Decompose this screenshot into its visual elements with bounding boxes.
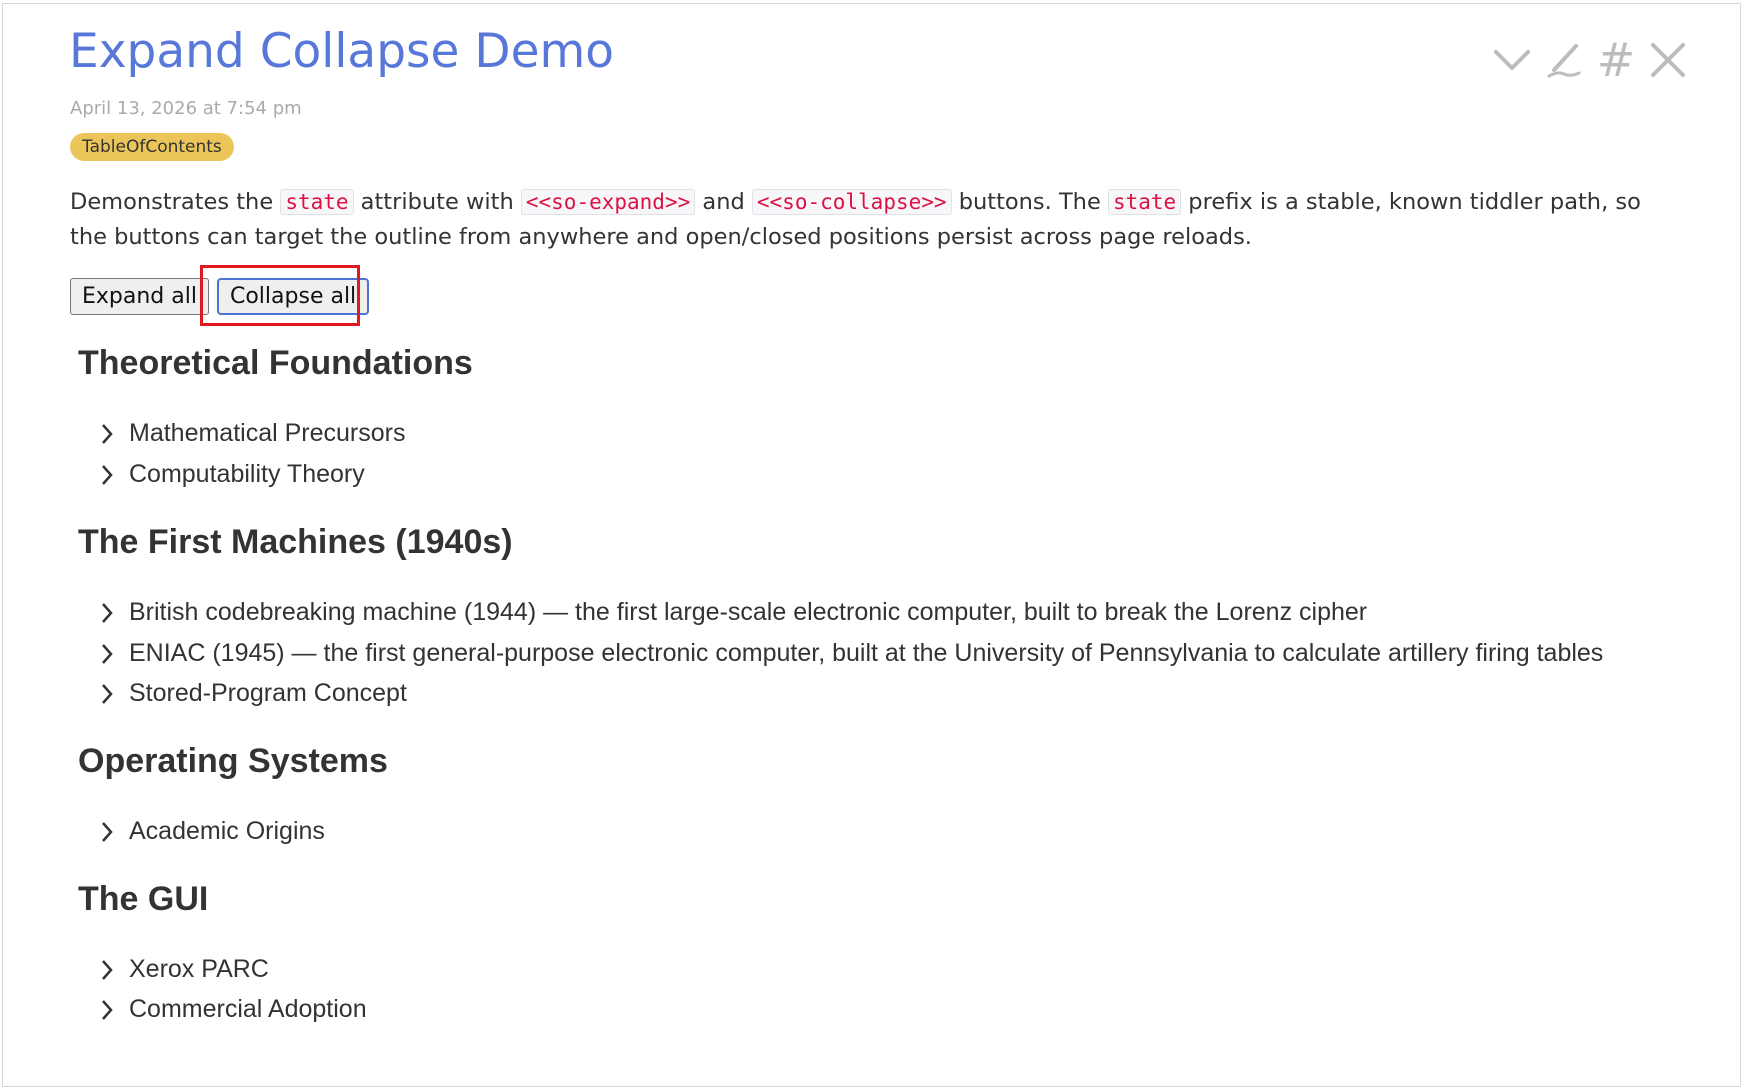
outline-item-label: Computability Theory bbox=[129, 460, 365, 488]
outline-item-commercial-adoption[interactable]: Commercial Adoption bbox=[97, 995, 367, 1024]
outline-item-label: Academic Origins bbox=[129, 817, 325, 845]
body-text-segment: Demonstrates the bbox=[70, 189, 281, 215]
tiddler-title: Expand Collapse Demo bbox=[69, 24, 615, 79]
outline-item-mathematical-precursors[interactable]: Mathematical Precursors bbox=[97, 419, 405, 448]
outline-item-stored-program[interactable]: Stored-Program Concept bbox=[97, 679, 407, 708]
tiddler-frame: Expand Collapse Demo # April 13, 2026 at… bbox=[2, 3, 1741, 1087]
chevron-right-icon bbox=[97, 421, 117, 447]
outline-item-computability-theory[interactable]: Computability Theory bbox=[97, 460, 365, 489]
body-text-segment: attribute with bbox=[353, 189, 521, 215]
outline-item-xerox-parc[interactable]: Xerox PARC bbox=[97, 955, 269, 984]
outline-item-label: Stored-Program Concept bbox=[129, 679, 407, 707]
hash-icon[interactable]: # bbox=[1596, 37, 1636, 83]
section-heading: The GUI bbox=[78, 880, 209, 918]
tiddler-toolbar: # bbox=[1492, 37, 1688, 83]
outline-item-eniac[interactable]: ENIAC (1945) — the first general-purpose… bbox=[97, 639, 1603, 668]
code-so-expand: <<so-expand>> bbox=[520, 189, 696, 215]
outline-item-label: Xerox PARC bbox=[129, 955, 269, 983]
collapse-all-button[interactable]: Collapse all bbox=[216, 278, 370, 315]
pencil-icon[interactable] bbox=[1544, 38, 1584, 82]
code-so-collapse: <<so-collapse>> bbox=[751, 189, 952, 215]
outline-item-label: British codebreaking machine (1944) — th… bbox=[129, 598, 1368, 626]
code-state: state bbox=[1107, 189, 1182, 215]
code-state: state bbox=[280, 189, 354, 215]
outline-item-british-codebreaking[interactable]: British codebreaking machine (1944) — th… bbox=[97, 598, 1367, 627]
section-heading: Operating Systems bbox=[78, 742, 388, 780]
tiddler-subtitle: April 13, 2026 at 7:54 pm bbox=[70, 98, 302, 119]
body-text-segment: and bbox=[695, 189, 752, 215]
chevron-right-icon bbox=[97, 641, 117, 667]
section-heading: The First Machines (1940s) bbox=[78, 523, 513, 561]
outline-buttons: Expand all Collapse all bbox=[70, 278, 370, 315]
tiddler-body-text: Demonstrates the state attribute with <<… bbox=[70, 185, 1680, 255]
chevron-right-icon bbox=[97, 462, 117, 488]
expand-all-button[interactable]: Expand all bbox=[70, 278, 209, 315]
outline-item-label: ENIAC (1945) — the first general-purpose… bbox=[129, 639, 1604, 667]
chevron-down-icon[interactable] bbox=[1492, 38, 1532, 82]
chevron-right-icon bbox=[97, 819, 117, 845]
chevron-right-icon bbox=[97, 997, 117, 1023]
tag-pill[interactable]: TableOfContents bbox=[70, 133, 234, 161]
outline-item-label: Commercial Adoption bbox=[129, 995, 367, 1023]
chevron-right-icon bbox=[97, 681, 117, 707]
close-icon[interactable] bbox=[1648, 38, 1688, 82]
body-text-segment: buttons. The bbox=[951, 189, 1108, 215]
outline-item-academic-origins[interactable]: Academic Origins bbox=[97, 817, 325, 846]
section-heading: Theoretical Foundations bbox=[78, 344, 473, 382]
chevron-right-icon bbox=[97, 957, 117, 983]
outline-item-label: Mathematical Precursors bbox=[129, 419, 406, 447]
chevron-right-icon bbox=[97, 600, 117, 626]
